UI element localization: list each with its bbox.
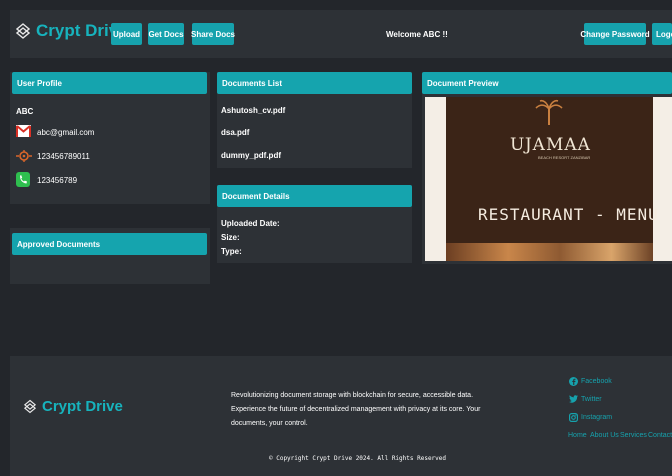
footer-tagline: documents, your control.: [231, 420, 308, 427]
uploaded-date-label: Uploaded Date:: [221, 219, 280, 228]
instagram-link[interactable]: Instagram: [581, 414, 612, 421]
profile-phone: 123456789: [37, 176, 78, 185]
menu-photo-strip: [446, 243, 653, 261]
menu-logo-text: UJAMAA: [510, 135, 591, 155]
document-preview-header: Document Preview: [422, 72, 672, 94]
footer-link-contact[interactable]: Contact Us: [648, 432, 672, 439]
documents-list-header: Documents List: [217, 72, 412, 94]
footer-tagline: Revolutionizing document storage with bl…: [231, 392, 474, 399]
crypt-logo-icon: [24, 399, 36, 414]
get-docs-button[interactable]: Get Docs: [148, 23, 184, 45]
document-item[interactable]: dsa.pdf: [221, 128, 249, 137]
footer-link-home[interactable]: Home: [568, 432, 587, 439]
gmail-icon: [16, 125, 31, 137]
change-password-button[interactable]: Change Password: [580, 23, 650, 45]
document-preview-frame[interactable]: UJAMAA BEACH RESORT ZANZIBAR RESTAURANT …: [425, 97, 672, 261]
share-docs-button[interactable]: Share Docs: [191, 23, 235, 45]
document-details-header: Document Details: [217, 185, 412, 207]
user-profile-header: User Profile: [12, 72, 207, 94]
menu-logo-subtitle: BEACH RESORT ZANZIBAR: [538, 155, 591, 160]
approved-documents-header: Approved Documents: [12, 233, 207, 255]
facebook-link[interactable]: Facebook: [581, 378, 612, 385]
upload-button[interactable]: Upload: [111, 23, 142, 45]
footer-copyright: © Copyright Crypt Drive 2024. All Rights…: [269, 455, 447, 462]
profile-name: ABC: [16, 107, 34, 116]
phone-icon: [16, 172, 30, 187]
twitter-link[interactable]: Twitter: [581, 396, 602, 403]
footer-tagline: Experience the future of decentralized m…: [231, 406, 481, 413]
footer-link-services[interactable]: Services: [620, 432, 647, 439]
size-label: Size:: [221, 233, 240, 242]
palm-logo-icon: [535, 99, 563, 125]
type-label: Type:: [221, 247, 242, 256]
profile-email: abc@gmail.com: [37, 128, 95, 137]
id-card-icon: [16, 150, 32, 162]
instagram-icon: [569, 413, 578, 422]
facebook-icon: [569, 377, 578, 386]
document-item[interactable]: Ashutosh_cv.pdf: [221, 106, 285, 115]
footer-link-about[interactable]: About Us: [590, 432, 619, 439]
twitter-icon: [569, 395, 578, 403]
menu-document-image: UJAMAA BEACH RESORT ZANZIBAR RESTAURANT …: [446, 97, 658, 261]
document-item[interactable]: dummy_pdf.pdf: [221, 151, 281, 160]
footer: Crypt Drive Revolutionizing document sto…: [10, 356, 672, 476]
welcome-message: Welcome ABC !!: [386, 30, 448, 39]
logout-button[interactable]: Logou: [652, 23, 672, 45]
footer-brand[interactable]: Crypt Drive: [24, 398, 123, 415]
menu-title: RESTAURANT - MENU: [478, 205, 659, 224]
crypt-logo-icon: [16, 23, 30, 39]
footer-brand-name: Crypt Drive: [42, 398, 123, 415]
profile-id-number: 123456789011: [37, 152, 90, 161]
top-navbar: Crypt Drive Upload Get Docs Share Docs W…: [10, 10, 672, 58]
